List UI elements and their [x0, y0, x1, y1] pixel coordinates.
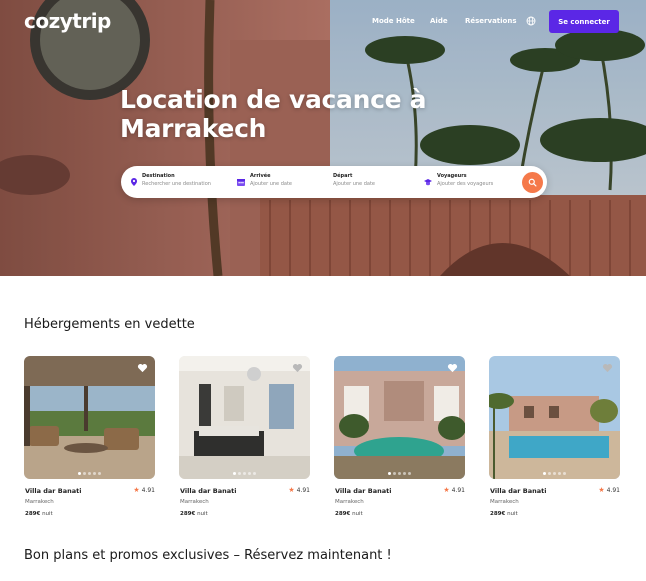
listing-name: Villa dar Banati — [490, 487, 547, 495]
listing-city: Marrakech — [180, 499, 209, 505]
travelers-field[interactable]: Voyageurs Ajouter des voyageurs — [437, 173, 493, 188]
listing-city: Marrakech — [335, 499, 364, 505]
listing-rating: ★ 4.91 — [288, 486, 310, 494]
rating-value: 4.91 — [296, 486, 310, 494]
location-pin-icon — [131, 178, 137, 186]
destination-field[interactable]: Destination Rechercher une destination — [142, 173, 211, 188]
search-bar: Destination Rechercher une destination A… — [121, 166, 547, 198]
nav-bookings[interactable]: Réservations — [465, 17, 517, 25]
nav-host-mode[interactable]: Mode Hôte — [372, 17, 415, 25]
listing-photo[interactable] — [24, 356, 155, 479]
listing-city: Marrakech — [25, 499, 54, 505]
listing-card[interactable]: Villa dar Banati ★ 4.91 Marrakech 289€ nu… — [489, 356, 620, 517]
listing-price: 289€ nuit — [25, 511, 53, 517]
hero-title: Location de vacance à Marrakech — [120, 85, 427, 143]
favorite-heart-icon[interactable] — [602, 363, 613, 373]
carousel-dots[interactable] — [24, 472, 155, 475]
listing-name: Villa dar Banati — [180, 487, 237, 495]
travelers-icon — [424, 179, 432, 186]
travelers-label: Voyageurs — [437, 173, 467, 179]
star-icon: ★ — [443, 486, 450, 494]
departure-label: Départ — [333, 173, 353, 179]
arrival-field[interactable]: Arrivée Ajouter une date — [250, 173, 292, 188]
carousel-dots[interactable] — [334, 472, 465, 475]
price-value: 289€ — [335, 511, 351, 517]
star-icon: ★ — [598, 486, 605, 494]
listing-name: Villa dar Banati — [335, 487, 392, 495]
rating-value: 4.91 — [606, 486, 620, 494]
search-icon — [528, 178, 537, 187]
destination-placeholder: Rechercher une destination — [142, 181, 211, 187]
search-button[interactable] — [522, 172, 543, 193]
listing-card[interactable]: Villa dar Banati ★ 4.91 Marrakech 289€ nu… — [24, 356, 155, 517]
favorite-heart-icon[interactable] — [292, 363, 303, 373]
hero-banner: cozytrip Mode Hôte Aide Réservations Se … — [0, 0, 646, 276]
price-unit: nuit — [352, 511, 363, 517]
departure-placeholder: Ajouter une date — [333, 181, 375, 187]
listing-card[interactable]: Villa dar Banati ★ 4.91 Marrakech 289€ nu… — [179, 356, 310, 517]
listing-price: 289€ nuit — [335, 511, 363, 517]
departure-field[interactable]: Départ Ajouter une date — [333, 173, 375, 188]
carousel-dots[interactable] — [489, 472, 620, 475]
price-value: 289€ — [490, 511, 506, 517]
login-button[interactable]: Se connecter — [549, 10, 619, 33]
listing-photo[interactable] — [179, 356, 310, 479]
rating-value: 4.91 — [141, 486, 155, 494]
promos-title: Bon plans et promos exclusives – Réserve… — [24, 548, 392, 563]
travelers-placeholder: Ajouter des voyageurs — [437, 181, 494, 187]
star-icon: ★ — [288, 486, 295, 494]
calendar-icon — [237, 179, 245, 186]
price-value: 289€ — [180, 511, 196, 517]
arrival-label: Arrivée — [250, 173, 271, 179]
price-unit: nuit — [42, 511, 53, 517]
listing-name: Villa dar Banati — [25, 487, 82, 495]
destination-label: Destination — [142, 173, 175, 179]
listing-photo[interactable] — [489, 356, 620, 479]
globe-icon[interactable] — [526, 16, 536, 26]
listing-photo[interactable] — [334, 356, 465, 479]
favorite-heart-icon[interactable] — [447, 363, 458, 373]
arrival-placeholder: Ajouter une date — [250, 181, 292, 187]
price-unit: nuit — [507, 511, 518, 517]
carousel-dots[interactable] — [179, 472, 310, 475]
brand-logo[interactable]: cozytrip — [24, 9, 111, 33]
price-unit: nuit — [197, 511, 208, 517]
rating-value: 4.91 — [451, 486, 465, 494]
listing-price: 289€ nuit — [180, 511, 208, 517]
nav-help[interactable]: Aide — [430, 17, 448, 25]
listing-rating: ★ 4.91 — [133, 486, 155, 494]
listing-card[interactable]: Villa dar Banati ★ 4.91 Marrakech 289€ nu… — [334, 356, 465, 517]
listing-rating: ★ 4.91 — [443, 486, 465, 494]
star-icon: ★ — [133, 486, 140, 494]
favorite-heart-icon[interactable] — [137, 363, 148, 373]
listing-price: 289€ nuit — [490, 511, 518, 517]
listing-rating: ★ 4.91 — [598, 486, 620, 494]
featured-title: Hébergements en vedette — [24, 317, 195, 332]
listing-city: Marrakech — [490, 499, 519, 505]
price-value: 289€ — [25, 511, 41, 517]
